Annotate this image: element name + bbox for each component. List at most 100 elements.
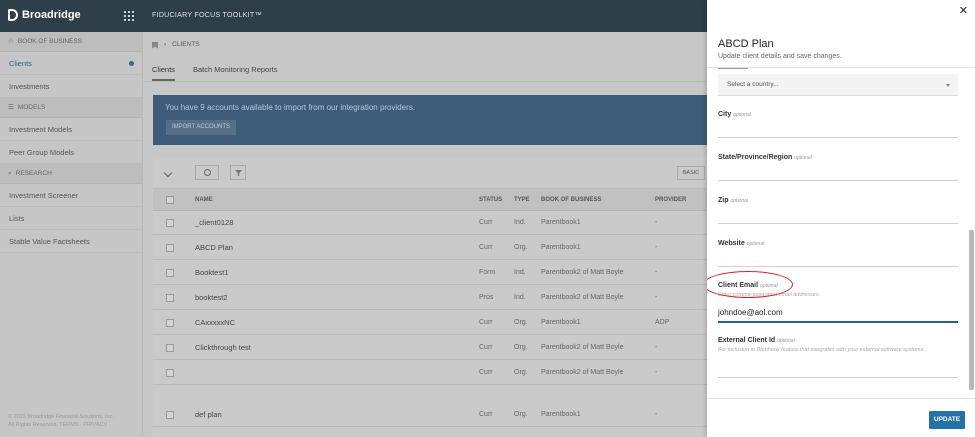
table-row[interactable]: _client0128 Curr Ind. Parentbook1 - xyxy=(153,211,713,235)
cell-status: Form xyxy=(479,269,496,276)
country-select[interactable]: Select a country... xyxy=(718,74,958,96)
state-field[interactable]: State/Province/Region optional xyxy=(718,154,958,161)
cell-name[interactable]: booktest2 xyxy=(195,286,228,310)
brand-name: Broadridge xyxy=(22,9,81,21)
cell-type: Org. xyxy=(514,411,528,418)
column-header-name[interactable]: NAME xyxy=(195,189,213,211)
state-input[interactable] xyxy=(718,180,958,181)
app-title: FIDUCIARY FOCUS TOOLKIT™ xyxy=(152,12,262,19)
close-icon[interactable]: ✕ xyxy=(959,5,968,17)
column-header-type[interactable]: TYPE xyxy=(514,189,530,211)
basic-view-button[interactable]: BASIC xyxy=(677,166,705,180)
external-client-id-label: External Client Id optional xyxy=(718,337,795,344)
column-header-provider[interactable]: PROVIDER xyxy=(655,189,686,211)
import-accounts-button[interactable]: IMPORT ACCOUNTS xyxy=(166,120,236,135)
country-select-placeholder: Select a country... xyxy=(727,81,779,88)
cell-name[interactable]: Clickthrough test xyxy=(195,336,251,360)
sidebar-item-lists[interactable]: Lists xyxy=(0,207,142,230)
tab-clients[interactable]: Clients xyxy=(152,58,175,81)
brand-logo[interactable]: Broadridge xyxy=(8,9,81,21)
import-banner: You have 9 accounts available to import … xyxy=(153,95,713,145)
cell-name[interactable]: Booktest1 xyxy=(195,261,228,285)
zip-input[interactable] xyxy=(718,223,958,224)
sidebar-item-clients[interactable]: Clients xyxy=(0,52,142,75)
table-row[interactable]: Booktest1 Form Ind. Parentbook2 of Matt Boy… xyxy=(153,261,713,285)
caret-down-icon xyxy=(946,84,950,87)
table-row[interactable]: def plan Curr Org. Parentbook1 - xyxy=(153,403,713,427)
city-input[interactable] xyxy=(718,137,958,138)
chevron-down-icon[interactable] xyxy=(163,168,173,178)
cell-status: Pros xyxy=(479,294,494,301)
cell-book: Parentbook2 of Matt Boyle xyxy=(541,294,624,301)
cell-status: Curr xyxy=(479,344,493,351)
cell-provider: - xyxy=(655,344,658,351)
sidebar-item-investment-screener[interactable]: Investment Screener xyxy=(0,184,142,207)
zip-field[interactable]: Zip optional xyxy=(718,197,958,204)
row-checkbox[interactable] xyxy=(166,344,174,352)
cell-provider: - xyxy=(655,369,658,376)
app-grid-icon[interactable] xyxy=(124,11,134,21)
country-label-partial xyxy=(718,68,748,69)
row-checkbox[interactable] xyxy=(166,411,174,419)
cell-book: Parentbook1 xyxy=(541,411,581,418)
row-checkbox[interactable] xyxy=(166,319,174,327)
column-header-status[interactable]: STATUS xyxy=(479,189,502,211)
row-checkbox[interactable] xyxy=(166,244,174,252)
table-toolbar: BASIC xyxy=(153,157,713,189)
row-checkbox[interactable] xyxy=(166,219,174,227)
table-row[interactable]: booktest2 Pros Ind. Parentbook2 of Matt Boy… xyxy=(153,286,713,310)
sidebar-section-research: ⌕ RESEARCH xyxy=(0,164,142,184)
sidebar: ☆ BOOK OF BUSINESS Clients Investments ☰… xyxy=(0,32,143,437)
external-client-id-hint: For inclusion in Webhook feature that in… xyxy=(718,347,925,353)
cell-name[interactable]: _client0128 xyxy=(195,211,233,235)
client-email-input[interactable]: johndoe@aol.com xyxy=(718,308,783,317)
sidebar-item-investment-models[interactable]: Investment Models xyxy=(0,118,142,141)
bookmark-icon xyxy=(152,41,158,49)
row-checkbox[interactable] xyxy=(166,294,174,302)
website-input[interactable] xyxy=(718,266,958,267)
drawer-subtitle: Update client details and save changes. xyxy=(718,53,842,60)
active-indicator-dot xyxy=(129,61,134,66)
search-button[interactable] xyxy=(195,165,219,180)
cell-status: Curr xyxy=(479,411,493,418)
select-all-checkbox[interactable] xyxy=(166,196,174,204)
cell-name[interactable]: def plan xyxy=(195,403,222,427)
table-row[interactable]: Curr Org. Parentbook2 of Matt Boyle - xyxy=(153,361,713,385)
zip-label: Zip optional xyxy=(718,197,749,204)
client-email-underline xyxy=(718,321,958,323)
table-row[interactable]: Clickthrough test Curr Org. Parentbook2 of … xyxy=(153,336,713,360)
cell-provider: - xyxy=(655,219,658,226)
sidebar-item-peer-group-models[interactable]: Peer Group Models xyxy=(0,141,142,164)
breadcrumb-clients[interactable]: CLIENTS xyxy=(172,32,199,58)
website-label: Website optional xyxy=(718,240,765,247)
cell-type: Ind. xyxy=(514,269,526,276)
cell-status: Curr xyxy=(479,244,493,251)
external-client-id-input[interactable] xyxy=(718,377,958,378)
drawer-scrollbar[interactable] xyxy=(969,230,974,390)
cell-name[interactable]: ABCD Plan xyxy=(195,236,233,260)
sidebar-item-stable-value-factsheets[interactable]: Stable Value Factsheets xyxy=(0,230,142,253)
cell-type: Org. xyxy=(514,319,528,326)
row-checkbox[interactable] xyxy=(166,269,174,277)
website-field[interactable]: Website optional xyxy=(718,240,958,247)
cell-book: Parentbook1 xyxy=(541,319,581,326)
table-row[interactable]: CAxxxxxNC Curr Org. Parentbook1 ADP xyxy=(153,311,713,335)
table-row[interactable]: ABCD Plan Curr Org. Parentbook1 - xyxy=(153,236,713,260)
cell-type: Org. xyxy=(514,244,528,251)
drawer-header: ABCD Plan Update client details and save… xyxy=(707,28,975,68)
sidebar-section-book-of-business: ☆ BOOK OF BUSINESS xyxy=(0,32,142,52)
sidebar-item-investments[interactable]: Investments xyxy=(0,75,142,98)
row-checkbox[interactable] xyxy=(166,369,174,377)
column-header-book-of-business[interactable]: BOOK OF BUSINESS xyxy=(541,189,601,211)
tab-batch-monitoring-reports[interactable]: Batch Monitoring Reports xyxy=(193,58,278,81)
drawer-title: ABCD Plan xyxy=(718,38,774,50)
cell-name[interactable]: CAxxxxxNC xyxy=(195,311,235,335)
client-email-field[interactable]: Client Email optional Enter comma-separat… xyxy=(707,271,958,298)
city-field[interactable]: City optional xyxy=(718,111,958,118)
main-content: › CLIENTS Clients Batch Monitoring Repor… xyxy=(143,32,713,437)
update-button[interactable]: UPDATE xyxy=(929,411,965,429)
external-client-id-field[interactable]: External Client Id optional For inclusion… xyxy=(718,337,958,353)
cell-book: Parentbook1 xyxy=(541,219,581,226)
filter-button[interactable] xyxy=(230,165,246,180)
cell-provider: - xyxy=(655,244,658,251)
